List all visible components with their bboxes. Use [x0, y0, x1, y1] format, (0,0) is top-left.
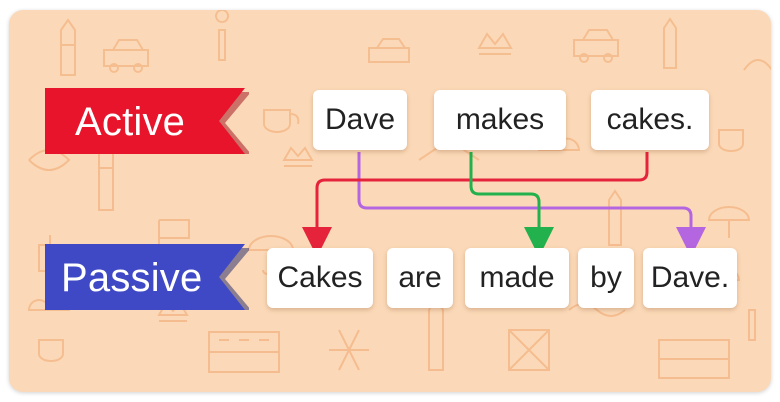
active-word-1: Dave	[313, 90, 407, 150]
active-word-3: cakes.	[591, 90, 709, 150]
passive-word-2: are	[387, 248, 453, 308]
active-word-2: makes	[434, 90, 566, 150]
arrow-dave-to-dave	[357, 152, 706, 257]
arrow-makes-to-made	[469, 152, 554, 257]
passive-word-5: Dave.	[643, 248, 737, 308]
arrow-cakes-to-cakes	[302, 152, 649, 257]
word-mapping-arrows	[302, 152, 706, 257]
passive-word-4: by	[578, 248, 634, 308]
grammar-card: Active Passive Dave makes cakes. Cakes a…	[9, 10, 771, 392]
passive-word-1: Cakes	[267, 248, 373, 308]
passive-word-3: made	[465, 248, 569, 308]
